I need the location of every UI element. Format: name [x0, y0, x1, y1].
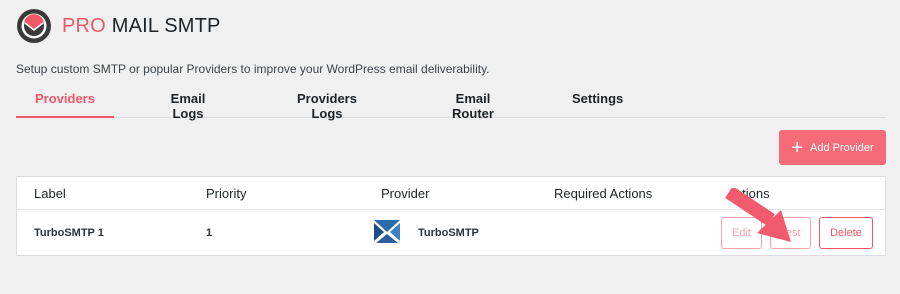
app-header: PRO MAIL SMTP	[16, 8, 221, 44]
brand-title: PRO MAIL SMTP	[62, 15, 221, 38]
page-subtitle: Setup custom SMTP or popular Providers t…	[16, 62, 490, 76]
delete-button[interactable]: Delete	[819, 217, 873, 249]
pro-mail-smtp-logo	[17, 9, 51, 43]
column-header-required-actions: Required Actions	[554, 186, 653, 201]
tab-email-router[interactable]: Email Router	[434, 88, 512, 121]
pointer-arrow-icon	[725, 188, 791, 242]
row-priority: 1	[206, 227, 213, 239]
tab-email-logs[interactable]: Email Logs	[156, 88, 220, 121]
add-provider-button[interactable]: + Add Provider	[779, 130, 886, 165]
column-header-provider: Provider	[381, 186, 430, 201]
tab-providers-logs[interactable]: Providers Logs	[282, 88, 372, 121]
row-label: TurboSMTP 1	[34, 227, 104, 239]
turbosmtp-logo-icon	[374, 220, 400, 243]
column-header-label: Label	[34, 186, 66, 201]
brand-name: MAIL SMTP	[105, 14, 221, 37]
add-provider-label: Add Provider	[810, 141, 874, 154]
column-header-priority: Priority	[206, 186, 247, 201]
tab-bar: Providers Email Logs Providers Logs Emai…	[16, 88, 886, 121]
plus-icon: +	[791, 136, 804, 159]
row-provider: TurboSMTP	[418, 227, 479, 239]
brand-pro: PRO	[62, 14, 106, 37]
tab-settings[interactable]: Settings	[572, 88, 623, 118]
tab-providers[interactable]: Providers	[16, 88, 114, 118]
